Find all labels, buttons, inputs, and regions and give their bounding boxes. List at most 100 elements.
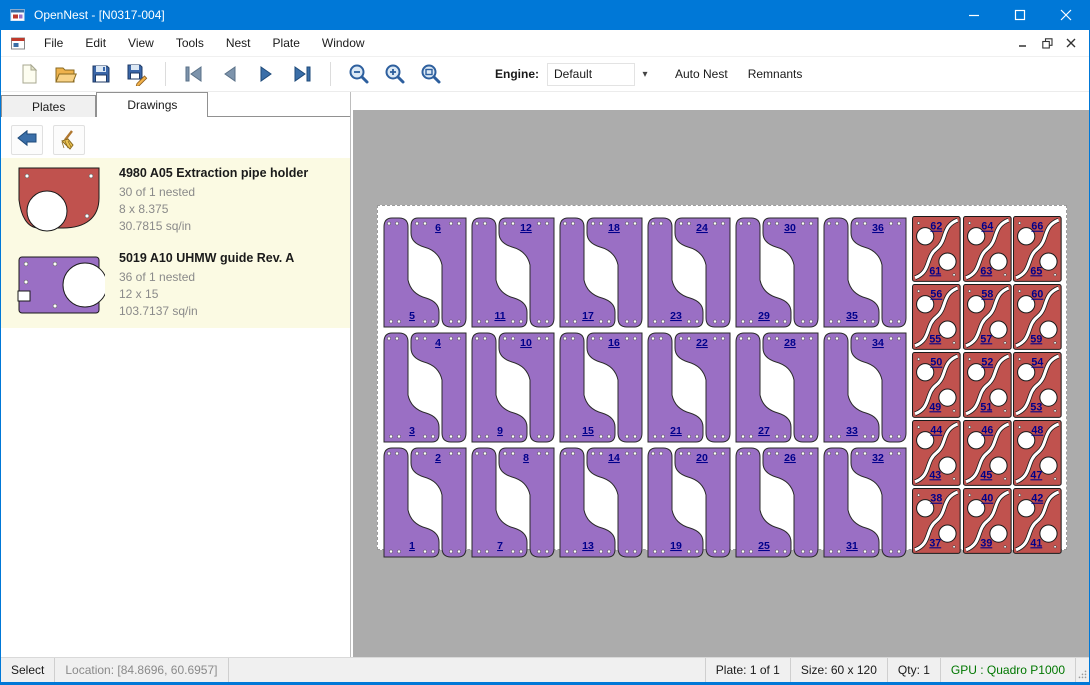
blue-arrow-icon (16, 130, 38, 150)
svg-text:21: 21 (670, 425, 682, 437)
mdi-minimize-button[interactable] (1011, 33, 1035, 53)
svg-text:57: 57 (980, 333, 992, 345)
svg-text:6: 6 (435, 222, 441, 234)
toolbar-separator (330, 62, 331, 86)
svg-text:7: 7 (497, 540, 503, 552)
nested-pair-purple[interactable]: 14 13 (557, 445, 645, 560)
svg-text:36: 36 (872, 222, 884, 234)
menu-item-tools[interactable]: Tools (165, 31, 215, 55)
nested-pair-purple[interactable]: 28 27 (733, 330, 821, 445)
window-minimize-button[interactable] (951, 0, 997, 30)
svg-text:23: 23 (670, 310, 682, 322)
nested-pair-red[interactable]: 56 55 (911, 283, 962, 351)
engine-dropdown-value: Default (554, 67, 592, 81)
mdi-window-buttons (1011, 33, 1089, 53)
nested-pair-red[interactable]: 38 37 (911, 487, 962, 555)
maximize-icon (1014, 9, 1026, 21)
svg-text:9: 9 (497, 425, 503, 437)
drawing-item-1[interactable]: 5019 A10 UHMW guide Rev. A 36 of 1 neste… (1, 243, 350, 328)
previous-plate-button[interactable] (212, 59, 248, 89)
nested-pair-purple[interactable]: 26 25 (733, 445, 821, 560)
nested-pair-purple[interactable]: 16 15 (557, 330, 645, 445)
svg-text:11: 11 (494, 310, 505, 322)
window-close-button[interactable] (1043, 0, 1089, 30)
nested-pair-red[interactable]: 60 59 (1012, 283, 1063, 351)
last-plate-button[interactable] (284, 59, 320, 89)
tab-drawings[interactable]: Drawings (96, 92, 208, 117)
title-bar: OpenNest - [N0317-004] (1, 0, 1089, 30)
nest-canvas[interactable]: 6 5 12 11 18 17 24 23 30 29 36 35 4 3 (352, 92, 1089, 657)
svg-text:64: 64 (981, 221, 993, 233)
nested-pair-purple[interactable]: 22 21 (645, 330, 733, 445)
nested-pair-red[interactable]: 62 61 (911, 215, 962, 283)
canvas-background[interactable]: 6 5 12 11 18 17 24 23 30 29 36 35 4 3 (353, 110, 1089, 657)
auto-nest-button[interactable]: Auto Nest (669, 63, 734, 85)
drawing-area: 30.7815 sq/in (119, 218, 308, 235)
drawing-info: 5019 A10 UHMW guide Rev. A 36 of 1 neste… (119, 249, 294, 322)
red-nest-grid: 62 61 64 63 66 65 56 55 (911, 215, 1063, 546)
save-button[interactable] (83, 59, 119, 89)
save-as-button[interactable] (119, 59, 155, 89)
menu-item-window[interactable]: Window (311, 31, 376, 55)
status-gpu: GPU : Quadro P1000 (940, 658, 1075, 682)
nested-pair-red[interactable]: 46 45 (962, 419, 1013, 487)
menu-item-edit[interactable]: Edit (74, 31, 117, 55)
nested-pair-red[interactable]: 50 49 (911, 351, 962, 419)
resize-grip-icon (1078, 668, 1087, 680)
nested-pair-purple[interactable]: 10 9 (469, 330, 557, 445)
first-plate-button[interactable] (176, 59, 212, 89)
menu-item-nest[interactable]: Nest (215, 31, 262, 55)
nested-pair-purple[interactable]: 30 29 (733, 215, 821, 330)
engine-dropdown[interactable]: Default (547, 63, 635, 86)
nested-pair-red[interactable]: 66 65 (1012, 215, 1063, 283)
nested-pair-purple[interactable]: 6 5 (381, 215, 469, 330)
plate[interactable]: 6 5 12 11 18 17 24 23 30 29 36 35 4 3 (377, 205, 1067, 550)
open-button[interactable] (47, 59, 83, 89)
nested-pair-red[interactable]: 54 53 (1012, 351, 1063, 419)
dropdown-caret-icon[interactable]: ▾ (637, 69, 653, 80)
drawing-nested-count: 36 of 1 nested (119, 269, 294, 286)
nested-pair-purple[interactable]: 2 1 (381, 445, 469, 560)
nested-pair-purple[interactable]: 18 17 (557, 215, 645, 330)
svg-text:35: 35 (846, 310, 858, 322)
nested-pair-purple[interactable]: 8 7 (469, 445, 557, 560)
nested-pair-purple[interactable]: 4 3 (381, 330, 469, 445)
nested-pair-purple[interactable]: 36 35 (821, 215, 909, 330)
nested-pair-purple[interactable]: 34 33 (821, 330, 909, 445)
mdi-restore-button[interactable] (1035, 33, 1059, 53)
nested-pair-red[interactable]: 64 63 (962, 215, 1013, 283)
zoom-fit-button[interactable] (413, 59, 449, 89)
nested-pair-red[interactable]: 52 51 (962, 351, 1013, 419)
nested-pair-red[interactable]: 42 41 (1012, 487, 1063, 555)
next-plate-button[interactable] (248, 59, 284, 89)
nested-pair-purple[interactable]: 12 11 (469, 215, 557, 330)
drawing-list: 4980 A05 Extraction pipe holder 30 of 1 … (1, 158, 350, 328)
nested-pair-red[interactable]: 40 39 (962, 487, 1013, 555)
nested-pair-purple[interactable]: 24 23 (645, 215, 733, 330)
menu-item-file[interactable]: File (33, 31, 74, 55)
drawing-item-0[interactable]: 4980 A05 Extraction pipe holder 30 of 1 … (1, 158, 350, 243)
zoom-in-button[interactable] (377, 59, 413, 89)
menu-item-view[interactable]: View (117, 31, 165, 55)
svg-text:32: 32 (872, 452, 884, 464)
clear-drawings-button[interactable] (53, 125, 85, 155)
window-maximize-button[interactable] (997, 0, 1043, 30)
svg-text:42: 42 (1032, 492, 1044, 504)
import-drawings-button[interactable] (11, 125, 43, 155)
tab-plates[interactable]: Plates (1, 95, 96, 117)
nested-pair-red[interactable]: 58 57 (962, 283, 1013, 351)
svg-text:55: 55 (929, 333, 941, 345)
nested-pair-red[interactable]: 44 43 (911, 419, 962, 487)
svg-text:20: 20 (696, 452, 708, 464)
nested-pair-red[interactable]: 48 47 (1012, 419, 1063, 487)
menu-item-plate[interactable]: Plate (262, 31, 311, 55)
svg-text:50: 50 (930, 356, 942, 368)
zoom-out-button[interactable] (341, 59, 377, 89)
new-button[interactable] (11, 59, 47, 89)
resize-grip[interactable] (1075, 658, 1089, 682)
svg-text:30: 30 (784, 222, 796, 234)
remnants-button[interactable]: Remnants (742, 63, 809, 85)
nested-pair-purple[interactable]: 20 19 (645, 445, 733, 560)
nested-pair-purple[interactable]: 32 31 (821, 445, 909, 560)
mdi-close-button[interactable] (1059, 33, 1083, 53)
